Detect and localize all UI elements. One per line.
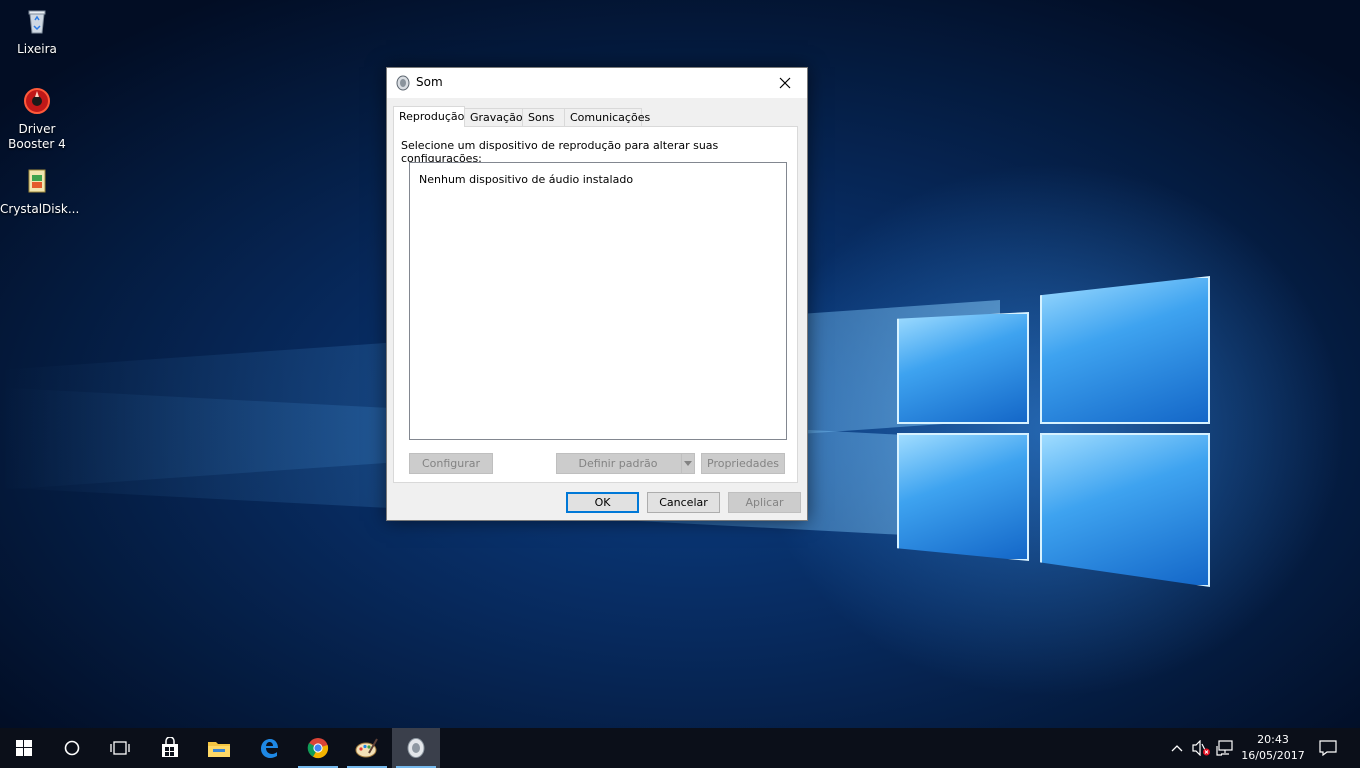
window-title: Som	[416, 75, 443, 89]
taskbar-sound[interactable]	[392, 728, 440, 768]
chrome-icon	[307, 738, 329, 759]
recycle-bin-icon	[28, 10, 46, 34]
desktop-icon-driver-booster[interactable]: Driver Booster 4	[0, 86, 74, 152]
windows-logo-pane	[1040, 433, 1210, 587]
close-icon	[779, 77, 791, 89]
windows-logo-pane	[1040, 276, 1210, 424]
show-hidden-icons-button[interactable]	[1166, 728, 1188, 768]
volume-muted-icon	[1192, 740, 1210, 756]
tab-playback[interactable]: Reprodução	[393, 106, 465, 127]
windows-logo-pane	[897, 312, 1029, 424]
set-default-button[interactable]: Definir padrão	[556, 453, 695, 474]
desktop-icon-crystaldisk[interactable]: CrystalDisk...	[0, 166, 80, 217]
network-icon	[1216, 740, 1233, 756]
start-icon	[16, 740, 32, 756]
taskbar-paint[interactable]	[343, 728, 391, 768]
notification-icon	[1319, 740, 1337, 756]
crystaldisk-icon	[28, 169, 46, 193]
sound-dialog: Som Reprodução Gravação Sons Comunicaçõe…	[386, 67, 808, 521]
store-icon	[162, 737, 178, 757]
desktop-icon-recycle-bin[interactable]: Lixeira	[0, 6, 74, 57]
title-bar[interactable]: Som	[387, 68, 807, 98]
cortana-icon	[64, 740, 80, 756]
speaker-icon	[396, 75, 410, 91]
paint-icon	[355, 738, 378, 758]
task-view-button[interactable]	[96, 728, 144, 768]
desktop-icon-label: Lixeira	[17, 42, 57, 56]
action-center-button[interactable]	[1310, 728, 1346, 768]
chevron-down-icon[interactable]	[681, 454, 694, 473]
driver-booster-icon	[24, 88, 50, 114]
clock-date: 16/05/2017	[1241, 749, 1305, 762]
volume-tray-button[interactable]	[1189, 728, 1213, 768]
cancel-button[interactable]: Cancelar	[647, 492, 720, 513]
task-view-icon	[110, 741, 130, 755]
device-list[interactable]: Nenhum dispositivo de áudio instalado	[409, 162, 787, 440]
windows-logo-pane	[897, 433, 1029, 561]
taskbar-file-explorer[interactable]	[195, 728, 243, 768]
configure-button[interactable]: Configurar	[409, 453, 493, 474]
clock[interactable]: 20:43 16/05/2017	[1238, 732, 1308, 764]
sound-icon	[407, 738, 425, 758]
tab-recording[interactable]: Gravação	[464, 108, 523, 126]
tab-sounds[interactable]: Sons	[522, 108, 565, 126]
start-button[interactable]	[0, 728, 48, 768]
taskbar-edge[interactable]	[245, 728, 293, 768]
apply-button[interactable]: Aplicar	[728, 492, 801, 513]
playback-panel: Selecione um dispositivo de reprodução p…	[393, 126, 798, 483]
taskbar-store[interactable]	[146, 728, 194, 768]
taskbar-chrome[interactable]	[294, 728, 342, 768]
properties-button[interactable]: Propriedades	[701, 453, 785, 474]
clock-time: 20:43	[1257, 733, 1289, 746]
set-default-label: Definir padrão	[578, 457, 658, 470]
desktop-icon-label: Driver Booster 4	[8, 122, 66, 151]
file-explorer-icon	[208, 742, 230, 757]
desktop-icon-label: CrystalDisk...	[0, 202, 80, 216]
ok-button[interactable]: OK	[566, 492, 639, 513]
tab-communications[interactable]: Comunicações	[564, 108, 650, 126]
close-button[interactable]	[763, 68, 807, 98]
taskbar: 20:43 16/05/2017	[0, 728, 1360, 768]
network-tray-button[interactable]	[1213, 728, 1237, 768]
empty-device-message: Nenhum dispositivo de áudio instalado	[419, 173, 634, 186]
chevron-up-icon	[1171, 745, 1183, 752]
cortana-button[interactable]	[48, 728, 96, 768]
edge-icon	[261, 739, 278, 758]
